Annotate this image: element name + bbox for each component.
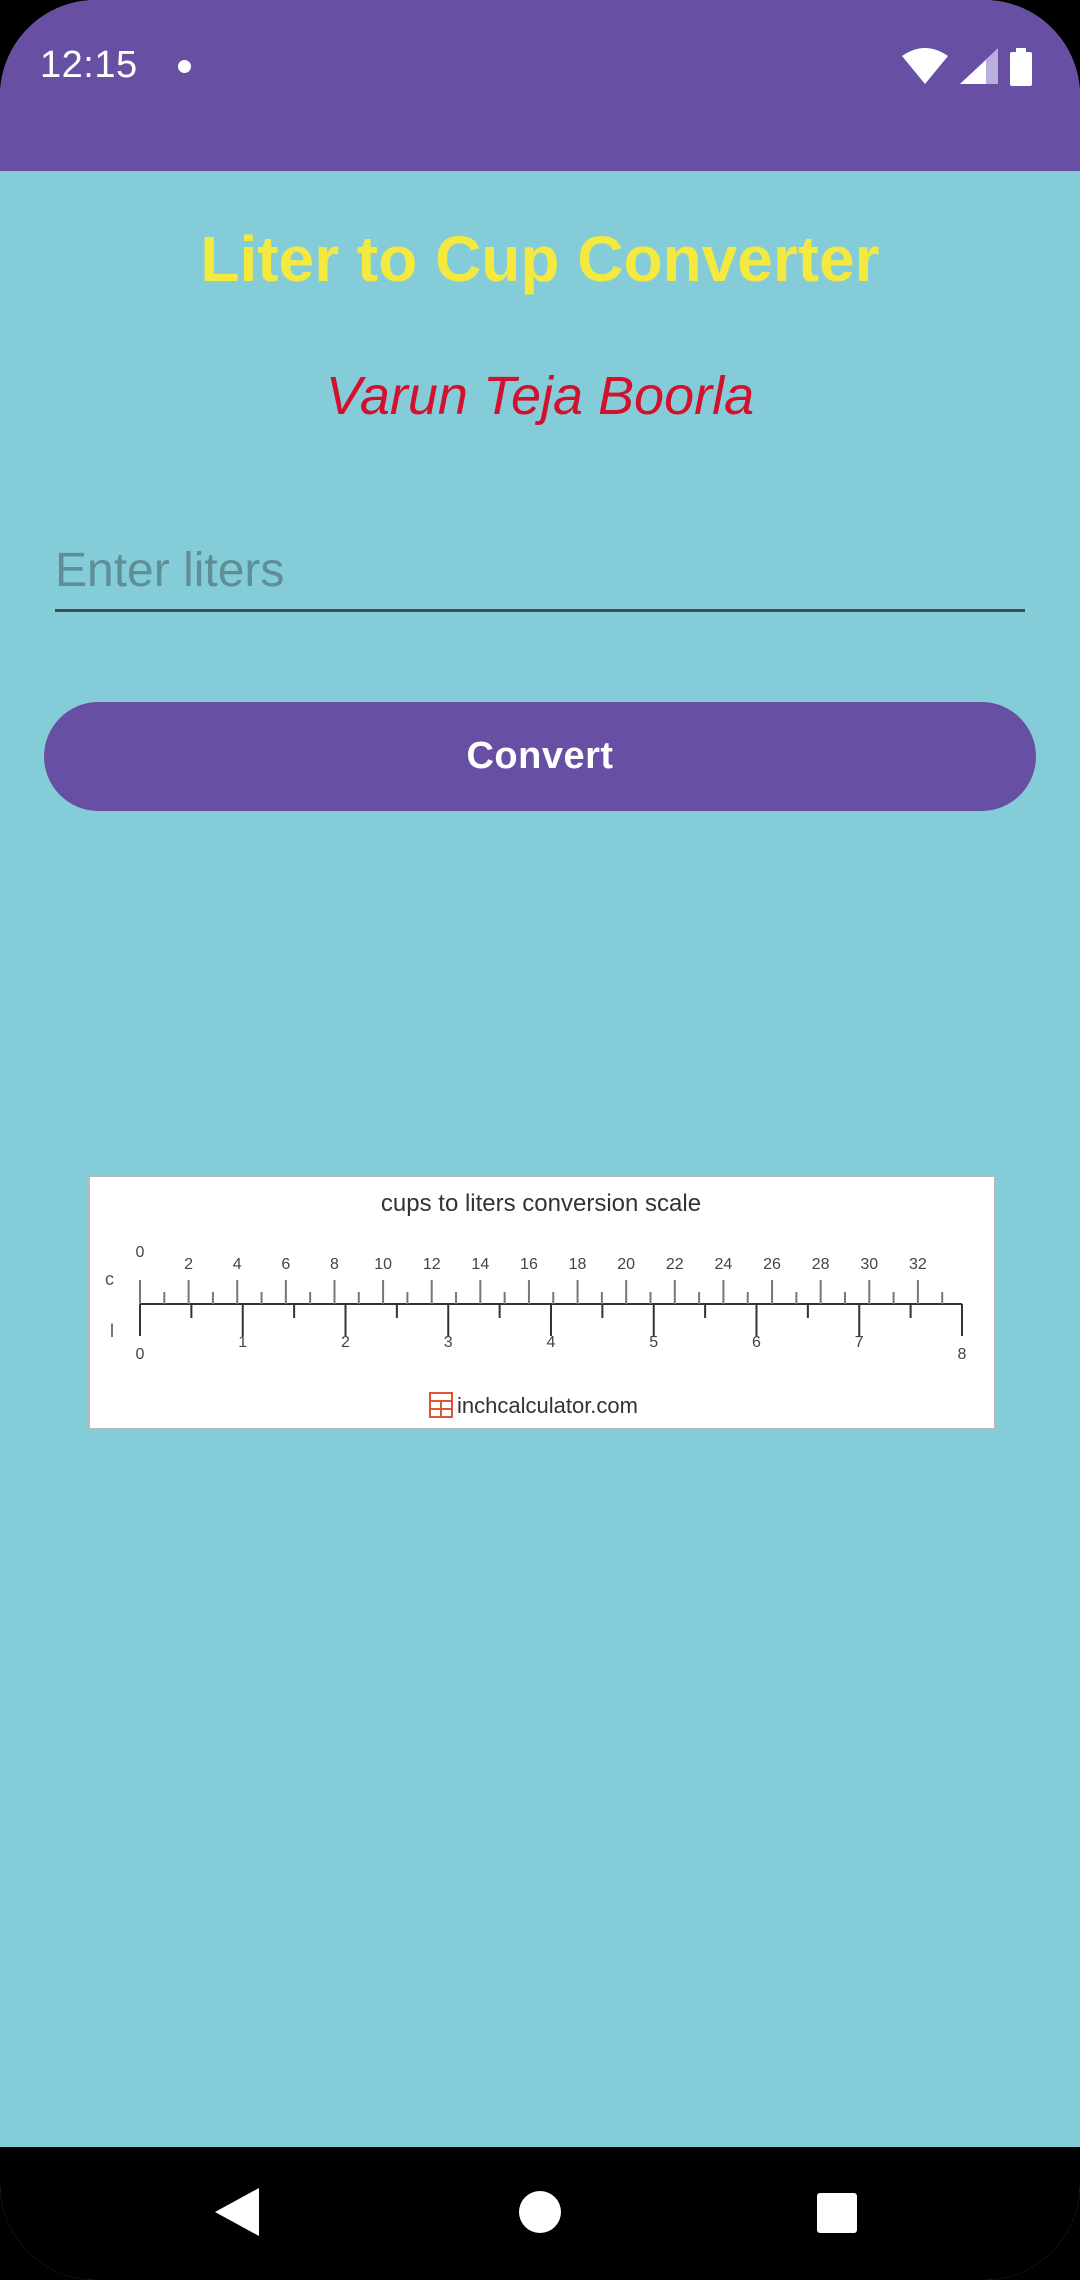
cup-tick-label: 28 (812, 1256, 830, 1273)
cup-tick-label: 16 (520, 1256, 538, 1273)
cup-tick-label: 26 (763, 1256, 781, 1273)
liters-input[interactable] (55, 532, 1025, 612)
notification-dot (178, 60, 191, 73)
wifi-icon (902, 48, 948, 89)
liter-tick-label: 0 (136, 1346, 145, 1363)
status-bar: 12:15 (0, 0, 1080, 171)
liter-tick-label: 5 (649, 1334, 658, 1351)
cup-tick-label: 24 (715, 1256, 733, 1273)
cup-tick-label: 32 (909, 1256, 927, 1273)
cup-tick-label: 6 (281, 1256, 290, 1273)
convert-button[interactable]: Convert (44, 702, 1036, 811)
conversion-scale-svg: cups to liters conversion scale c l 02 4 6… (105, 1190, 967, 1418)
cups-axis-label: c (105, 1269, 114, 1289)
navigation-bar (0, 2147, 1080, 2280)
scale-title: cups to liters conversion scale (381, 1190, 701, 1217)
scale-source: inchcalculator.com (457, 1393, 638, 1418)
cup-tick-label: 22 (666, 1256, 684, 1273)
phone-screen: 12:15 Liter to Cup Converter Varun Teja … (0, 0, 1080, 2280)
cup-tick-label: 8 (330, 1256, 339, 1273)
cup-tick-label: 14 (471, 1256, 489, 1273)
liter-tick-label: 7 (855, 1334, 864, 1351)
status-icons (902, 48, 1042, 88)
liter-tick-label: 2 (341, 1334, 350, 1351)
liter-tick-label: 8 (958, 1346, 967, 1363)
liter-tick-label: 6 (752, 1334, 761, 1351)
cup-tick-label: 4 (233, 1256, 242, 1273)
signal-icon (960, 48, 998, 89)
battery-icon (1010, 48, 1032, 91)
liter-tick-label: 1 (238, 1334, 247, 1351)
app-title: Liter to Cup Converter (200, 223, 880, 295)
status-time: 12:15 (40, 44, 138, 86)
cup-tick-label: 12 (423, 1256, 441, 1273)
conversion-scale-image: cups to liters conversion scale c l 0246… (88, 1175, 996, 1430)
back-icon[interactable] (215, 2188, 259, 2241)
cup-tick-label: 18 (569, 1256, 587, 1273)
liter-tick-label: 4 (547, 1334, 556, 1351)
cup-tick-label: 2 (184, 1256, 193, 1273)
home-icon[interactable] (519, 2191, 561, 2238)
cup-tick-label: 10 (374, 1256, 392, 1273)
cup-tick-label: 30 (860, 1256, 878, 1273)
author-name: Varun Teja Boorla (325, 366, 755, 426)
liters-axis-label: l (110, 1321, 114, 1341)
calculator-icon (429, 1392, 453, 1418)
cup-tick-label: 20 (617, 1256, 635, 1273)
recents-icon[interactable] (817, 2193, 857, 2238)
cup-tick-label: 0 (136, 1244, 145, 1261)
liter-tick-label: 3 (444, 1334, 453, 1351)
